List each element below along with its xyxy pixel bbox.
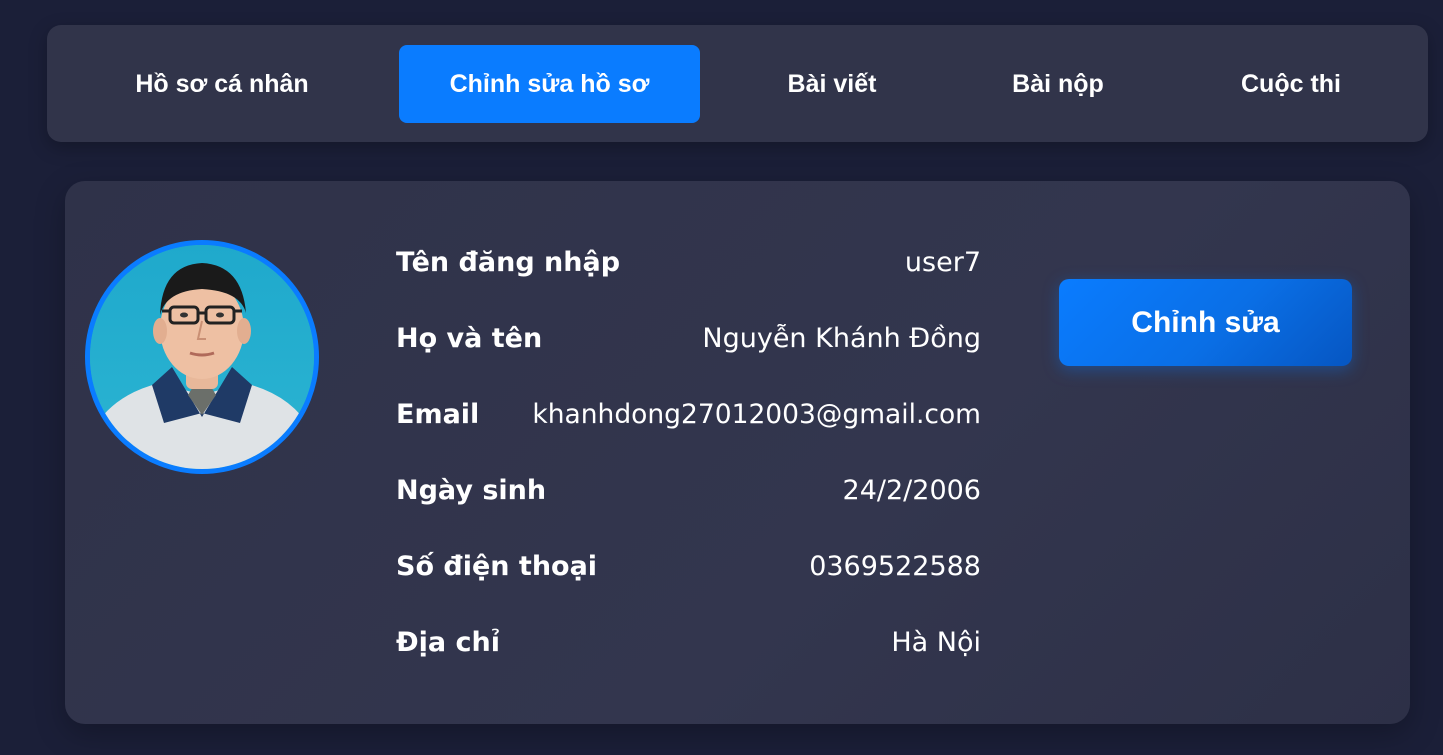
field-row-email: Email khanhdong27012003@gmail.com [396,395,981,435]
field-label: Email [396,399,480,430]
field-row-phone: Số điện thoại 0369522588 [396,547,981,587]
field-row-fullname: Họ và tên Nguyễn Khánh Đồng [396,319,981,359]
tab-contests[interactable]: Cuộc thi [1227,45,1355,123]
field-value: khanhdong27012003@gmail.com [532,399,981,430]
field-value: user7 [904,247,981,278]
field-row-birthdate: Ngày sinh 24/2/2006 [396,471,981,511]
field-label: Địa chỉ [396,627,500,658]
field-value: Hà Nội [891,627,981,658]
tab-edit-profile[interactable]: Chỉnh sửa hồ sơ [399,45,700,123]
user-avatar-icon [90,245,314,469]
tab-profile[interactable]: Hồ sơ cá nhân [109,45,335,123]
tab-bar: Hồ sơ cá nhân Chỉnh sửa hồ sơ Bài viết B… [47,25,1428,142]
field-label: Họ và tên [396,323,543,354]
field-value: 24/2/2006 [842,475,981,506]
field-label: Ngày sinh [396,475,547,506]
field-label: Số điện thoại [396,551,598,582]
avatar [85,240,319,474]
tab-posts[interactable]: Bài viết [767,45,897,123]
field-value: Nguyễn Khánh Đồng [702,323,981,354]
field-row-address: Địa chỉ Hà Nội [396,623,981,663]
field-label: Tên đăng nhập [396,247,621,278]
tab-submissions[interactable]: Bài nộp [997,45,1119,123]
profile-card: Tên đăng nhập user7 Họ và tên Nguyễn Khá… [65,181,1410,724]
edit-button[interactable]: Chỉnh sửa [1059,279,1352,366]
field-value: 0369522588 [809,551,981,582]
field-row-username: Tên đăng nhập user7 [396,243,981,283]
